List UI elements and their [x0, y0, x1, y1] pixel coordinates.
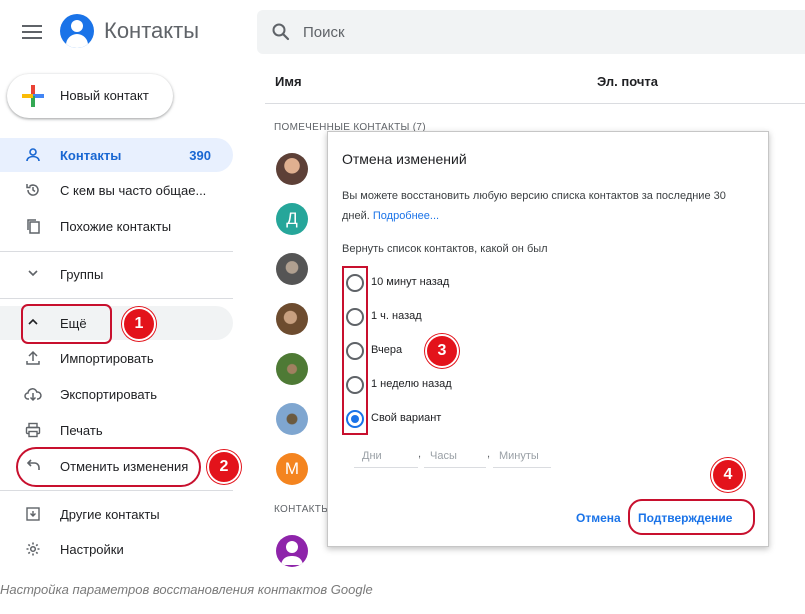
annotation-highlight-more — [21, 304, 112, 344]
search-input[interactable] — [303, 20, 783, 44]
archive-icon — [24, 506, 42, 522]
menu-icon[interactable] — [20, 22, 44, 42]
option-label: 10 минут назад — [371, 276, 450, 288]
header-divider — [265, 103, 805, 104]
avatar[interactable]: Д — [276, 203, 308, 235]
copy-icon — [24, 218, 42, 234]
cancel-button[interactable]: Отмена — [576, 511, 621, 525]
sidebar-divider — [0, 490, 233, 491]
avatar[interactable]: М — [276, 453, 308, 485]
section-contacts-heading: КОНТАКТЫ — [274, 504, 331, 515]
sidebar-item-settings[interactable]: Настройки — [0, 532, 233, 566]
contacts-logo-icon — [60, 14, 94, 48]
sidebar-item-label: Настройки — [60, 542, 124, 557]
hours-input[interactable] — [424, 447, 486, 462]
minutes-input[interactable] — [493, 447, 551, 462]
new-contact-button[interactable]: Новый контакт — [7, 74, 173, 118]
learn-more-link[interactable]: Подробнее... — [373, 210, 439, 222]
separator: , — [487, 448, 491, 460]
sidebar-item-other-contacts[interactable]: Другие контакты — [0, 497, 233, 531]
cloud-download-icon — [24, 386, 42, 402]
upload-icon — [24, 350, 42, 366]
sidebar-item-export[interactable]: Экспортировать — [0, 377, 233, 411]
image-caption: Настройка параметров восстановления конт… — [0, 582, 373, 597]
option-label: 1 ч. назад — [371, 310, 422, 322]
search-icon[interactable] — [271, 22, 291, 42]
minutes-field[interactable] — [493, 446, 551, 468]
sidebar-item-frequent[interactable]: С кем вы часто общае... — [0, 173, 233, 207]
app-title: Контакты — [104, 18, 200, 43]
person-icon — [24, 147, 42, 163]
annotation-highlight-undo — [16, 447, 201, 487]
annotation-highlight-confirm — [628, 499, 755, 535]
avatar[interactable] — [276, 535, 308, 567]
sidebar-item-label: Печать — [60, 423, 103, 438]
sidebar-item-label: Импортировать — [60, 351, 154, 366]
annotation-badge-2: 2 — [207, 450, 241, 484]
days-input[interactable] — [354, 447, 418, 462]
dialog-title: Отмена изменений — [342, 151, 467, 167]
sidebar-item-label: Группы — [60, 267, 104, 282]
history-icon — [24, 182, 42, 198]
avatar[interactable] — [276, 303, 308, 335]
days-field[interactable] — [354, 446, 418, 468]
avatar[interactable] — [276, 253, 308, 285]
hours-field[interactable] — [424, 446, 486, 468]
option-label: Свой вариант — [371, 412, 442, 424]
sidebar-item-label: Похожие контакты — [60, 219, 172, 234]
contacts-count: 390 — [189, 148, 211, 163]
printer-icon — [24, 422, 42, 438]
dialog-description: Вы можете восстановить любую версию спис… — [342, 186, 752, 226]
search-bar[interactable] — [257, 10, 805, 54]
avatar[interactable] — [276, 403, 308, 435]
sidebar-divider — [0, 298, 233, 299]
sidebar-item-similar[interactable]: Похожие контакты — [0, 209, 233, 243]
sidebar-divider — [0, 251, 233, 252]
column-header-name[interactable]: Имя — [275, 74, 302, 89]
dialog-subtitle: Вернуть список контактов, какой он был — [342, 243, 548, 255]
sidebar-item-label: Другие контакты — [60, 507, 160, 522]
plus-icon — [22, 85, 44, 107]
option-label: Вчера — [371, 344, 403, 356]
annotation-badge-1: 1 — [122, 307, 156, 341]
avatar[interactable] — [276, 153, 308, 185]
option-label: 1 неделю назад — [371, 378, 452, 390]
chevron-down-icon — [24, 266, 42, 282]
annotation-badge-3: 3 — [425, 334, 459, 368]
person-icon — [281, 541, 303, 565]
annotation-highlight-options — [342, 266, 368, 435]
column-header-email[interactable]: Эл. почта — [597, 74, 658, 89]
separator: , — [418, 448, 422, 460]
sidebar-item-label: С кем вы часто общае... — [60, 183, 207, 198]
gear-icon — [24, 541, 42, 557]
avatar[interactable] — [276, 353, 308, 385]
sidebar-item-label: Контакты — [60, 148, 122, 163]
sidebar-item-groups[interactable]: Группы — [0, 257, 233, 291]
undo-changes-dialog: Отмена изменений Вы можете восстановить … — [327, 131, 769, 547]
sidebar-item-contacts[interactable]: Контакты 390 — [0, 138, 233, 172]
annotation-badge-4: 4 — [711, 458, 745, 492]
sidebar-item-print[interactable]: Печать — [0, 413, 233, 447]
new-contact-label: Новый контакт — [60, 88, 149, 103]
sidebar-item-import[interactable]: Импортировать — [0, 341, 233, 375]
sidebar-item-label: Экспортировать — [60, 387, 157, 402]
